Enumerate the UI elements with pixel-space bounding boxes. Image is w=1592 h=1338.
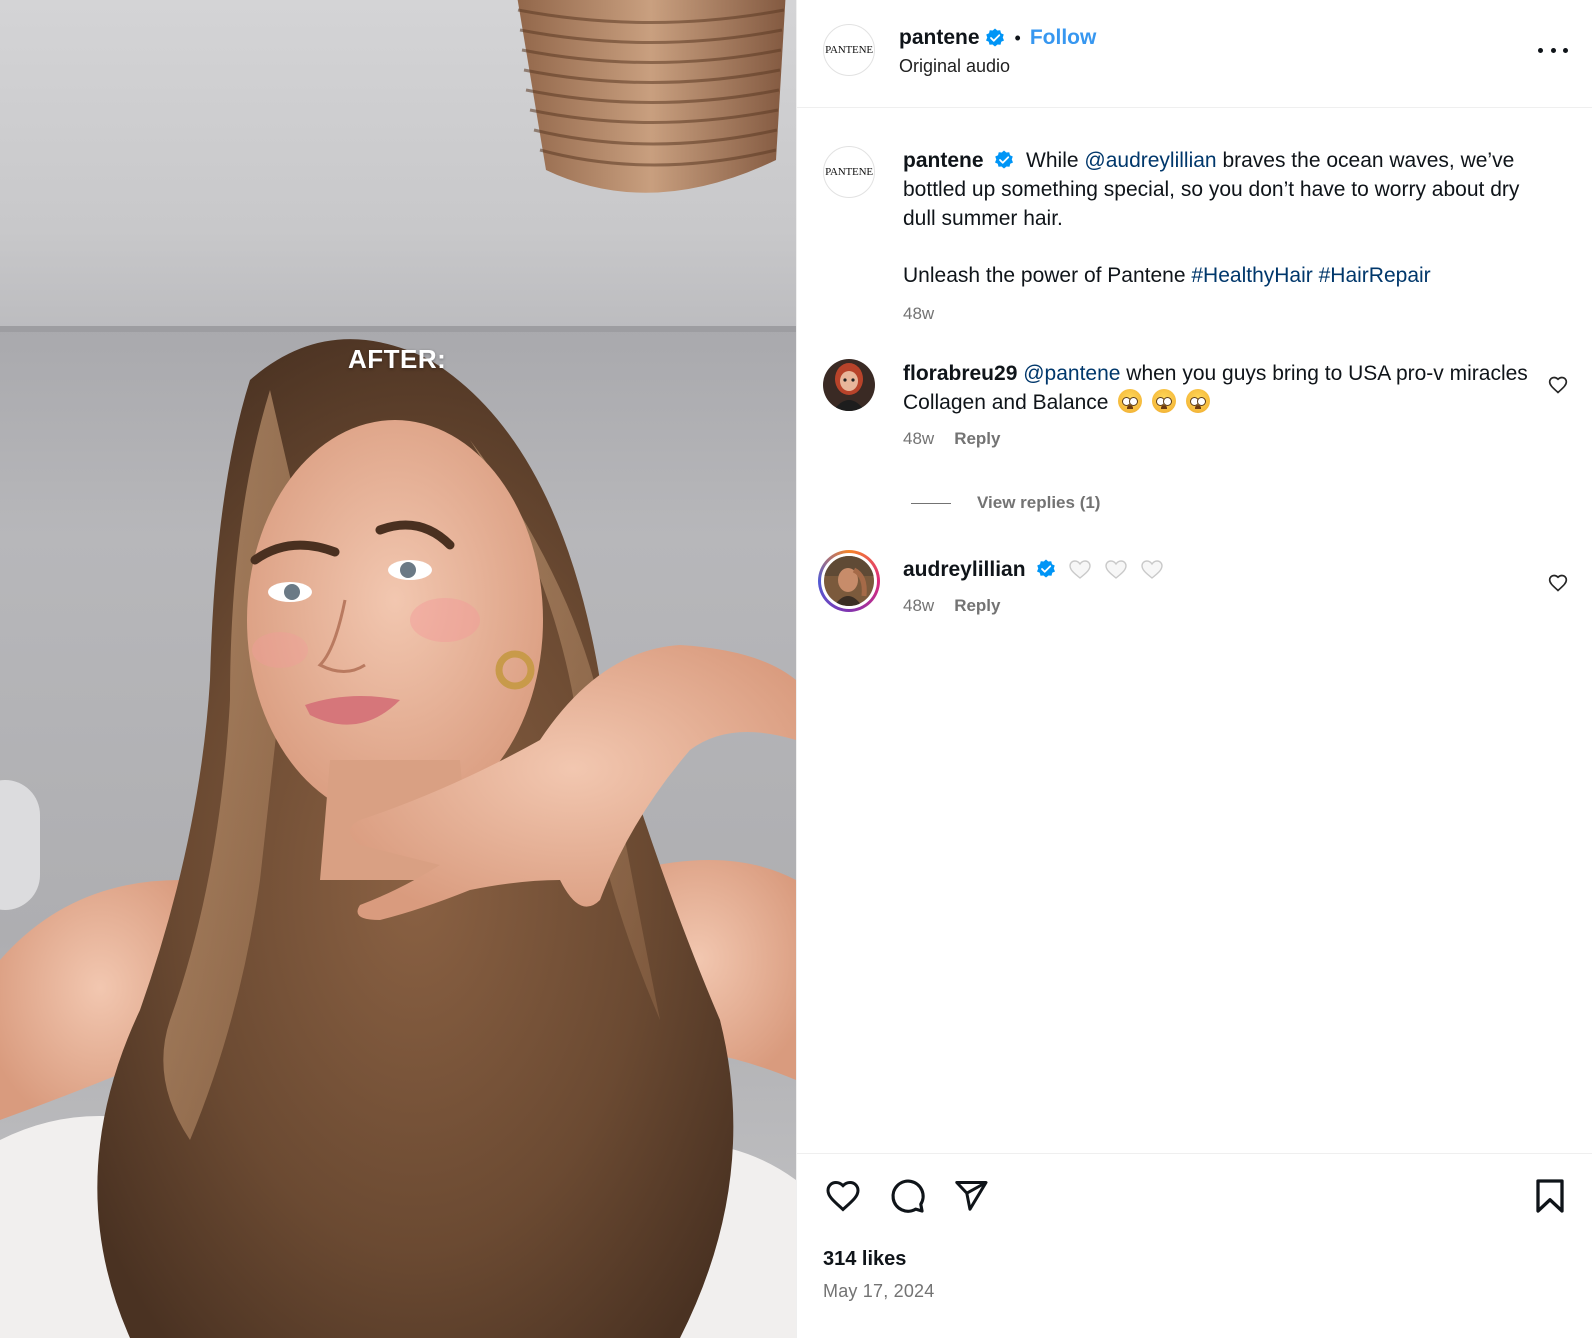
more-options-icon[interactable]	[1538, 40, 1568, 60]
comment-text: florabreu29 @pantene when you guys bring…	[903, 359, 1534, 417]
white-heart-icon	[1141, 560, 1163, 579]
hashtag-hairrepair[interactable]: #HairRepair	[1319, 264, 1431, 287]
paper-plane-icon	[955, 1181, 988, 1211]
person-with-long-hair	[0, 339, 796, 1338]
action-bar	[823, 1174, 1568, 1218]
comment-username[interactable]: florabreu29	[903, 362, 1017, 385]
comment-florabreu29: florabreu29 @pantene when you guys bring…	[823, 359, 1568, 449]
caption-text-1: While	[1020, 149, 1085, 172]
avatar-image	[823, 359, 875, 411]
post-details-panel: PANTENE pantene • Follow Original audio	[796, 0, 1592, 1338]
like-comment-heart-icon[interactable]	[1548, 375, 1568, 395]
header-text: pantene • Follow Original audio	[899, 24, 1096, 77]
verified-badge-icon	[1037, 559, 1056, 578]
follow-button[interactable]: Follow	[1030, 26, 1097, 50]
caption-text: pantene While @audreylillian braves the …	[903, 146, 1534, 290]
comment-age: 48w	[903, 429, 935, 448]
comment-button[interactable]	[887, 1176, 927, 1216]
heart-icon	[826, 1180, 860, 1212]
reply-button[interactable]: Reply	[954, 596, 1000, 616]
comment-text: audreylillian	[903, 555, 1534, 584]
video-overlay-text: AFTER:	[348, 344, 447, 374]
separator-dot: •	[1014, 27, 1021, 48]
verified-badge-icon	[995, 150, 1014, 169]
caption-age: 48w	[903, 304, 935, 323]
pleading-face-icon	[1186, 389, 1211, 413]
post-header: PANTENE pantene • Follow Original audio	[797, 0, 1592, 108]
header-username[interactable]: pantene	[899, 26, 980, 50]
white-heart-icon	[1069, 560, 1091, 579]
view-replies-label: View replies (1)	[977, 493, 1101, 512]
original-audio-link[interactable]: Original audio	[899, 56, 1096, 77]
post-video[interactable]: AFTER:	[0, 0, 796, 1338]
pleading-face-icon	[1118, 389, 1143, 413]
like-comment-heart-icon[interactable]	[1548, 573, 1568, 593]
audreylillian-avatar[interactable]	[818, 550, 880, 612]
caption-avatar[interactable]: PANTENE	[823, 146, 875, 198]
share-button[interactable]	[951, 1176, 991, 1216]
reply-button[interactable]: Reply	[954, 429, 1000, 449]
caption-mention[interactable]: @audreylillian	[1084, 149, 1216, 172]
post-date: May 17, 2024	[823, 1281, 935, 1301]
pantene-logo: PANTENE	[825, 166, 873, 178]
pantene-avatar[interactable]: PANTENE	[823, 24, 875, 76]
like-button[interactable]	[823, 1176, 863, 1216]
bookmark-icon	[1536, 1179, 1564, 1213]
instagram-post: AFTER: PANTENE pantene • Follow Original…	[0, 0, 1592, 1338]
pleading-face-icon	[1152, 389, 1177, 413]
caption-username[interactable]: pantene	[903, 149, 984, 172]
comment-age: 48w	[903, 596, 935, 615]
comment-audreylillian: audreylillian 48w Reply	[818, 550, 1568, 616]
caption: PANTENE pantene While @audreylillian bra…	[823, 146, 1568, 324]
verified-badge-icon	[985, 28, 1004, 47]
florabreu29-avatar[interactable]	[823, 359, 875, 411]
post-footer: 314 likes May 17, 2024	[797, 1153, 1592, 1338]
hashtag-healthyhair[interactable]: #HealthyHair	[1191, 264, 1312, 287]
comment-bubble-icon	[891, 1179, 925, 1213]
caption-paragraph-2: Unleash the power of Pantene	[903, 264, 1192, 287]
comments-section: PANTENE pantene While @audreylillian bra…	[797, 108, 1592, 1153]
comment-mention[interactable]: @pantene	[1023, 362, 1120, 385]
view-replies-button[interactable]: View replies (1)	[911, 493, 1568, 513]
pantene-logo: PANTENE	[825, 44, 873, 56]
comment-username[interactable]: audreylillian	[903, 558, 1026, 581]
avatar-image	[824, 556, 874, 606]
replies-divider	[911, 502, 951, 504]
rattan-lamp-shade	[517, 0, 786, 193]
save-button[interactable]	[1530, 1176, 1570, 1216]
white-heart-icon	[1105, 560, 1127, 579]
likes-count[interactable]: 314 likes	[823, 1248, 1568, 1271]
